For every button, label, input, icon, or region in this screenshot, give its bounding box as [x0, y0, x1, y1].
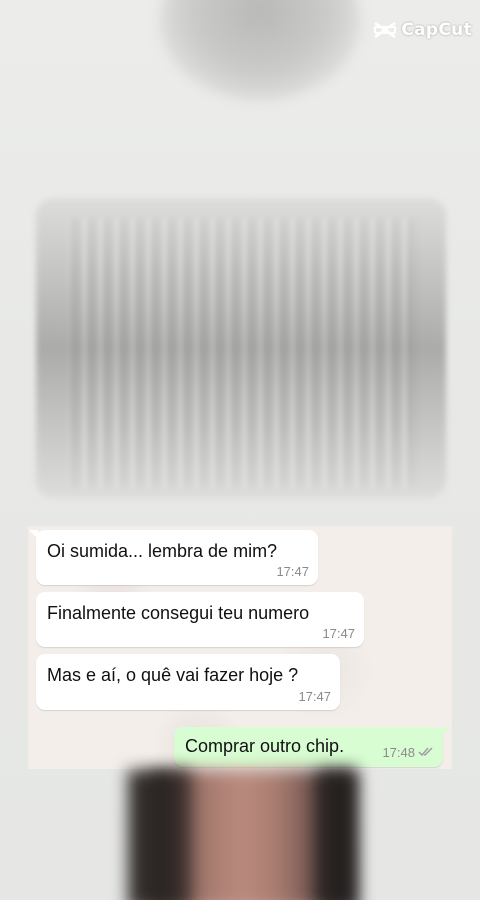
bubble-tail [441, 727, 450, 736]
capcut-watermark: CapCut [373, 20, 472, 40]
message-text: Oi sumida... lembra de mim? [47, 541, 278, 561]
double-check-icon [418, 745, 434, 760]
blurred-face-top [160, 0, 360, 100]
bubble-tail [29, 530, 38, 539]
blurred-screenshot [36, 198, 446, 498]
message-text: Finalmente consegui teu numero [47, 603, 310, 623]
blurred-shade [36, 198, 446, 498]
blurred-hair-left [150, 770, 190, 900]
message-bubble-incoming: Oi sumida... lembra de mim? 17:47 [29, 530, 318, 585]
message-text: Mas e aí, o quê vai fazer hoje ? [47, 665, 299, 685]
message-text: Comprar outro chip. [185, 736, 345, 756]
message-bubble-incoming: Finalmente consegui teu numero 17:47 [36, 592, 364, 647]
message-meta: 17:48 [382, 745, 434, 760]
message-time: 17:47 [298, 689, 331, 704]
chat-screenshot: Oi sumida... lembra de mim? 17:47 Finalm… [28, 526, 452, 769]
capcut-logo-icon [373, 21, 397, 39]
message-bubble-outgoing: Comprar outro chip. 17:48 [174, 727, 450, 767]
video-frame: CapCut Oi sumida... lembra de mim? 17:47… [0, 0, 480, 900]
message-time: 17:47 [276, 564, 309, 579]
blurred-hair-right [318, 770, 354, 900]
message-bubble-incoming: Mas e aí, o quê vai fazer hoje ? 17:47 [36, 654, 340, 710]
message-time: 17:47 [322, 626, 355, 641]
watermark-brand-text: CapCut [401, 20, 472, 40]
message-time: 17:48 [382, 745, 415, 760]
